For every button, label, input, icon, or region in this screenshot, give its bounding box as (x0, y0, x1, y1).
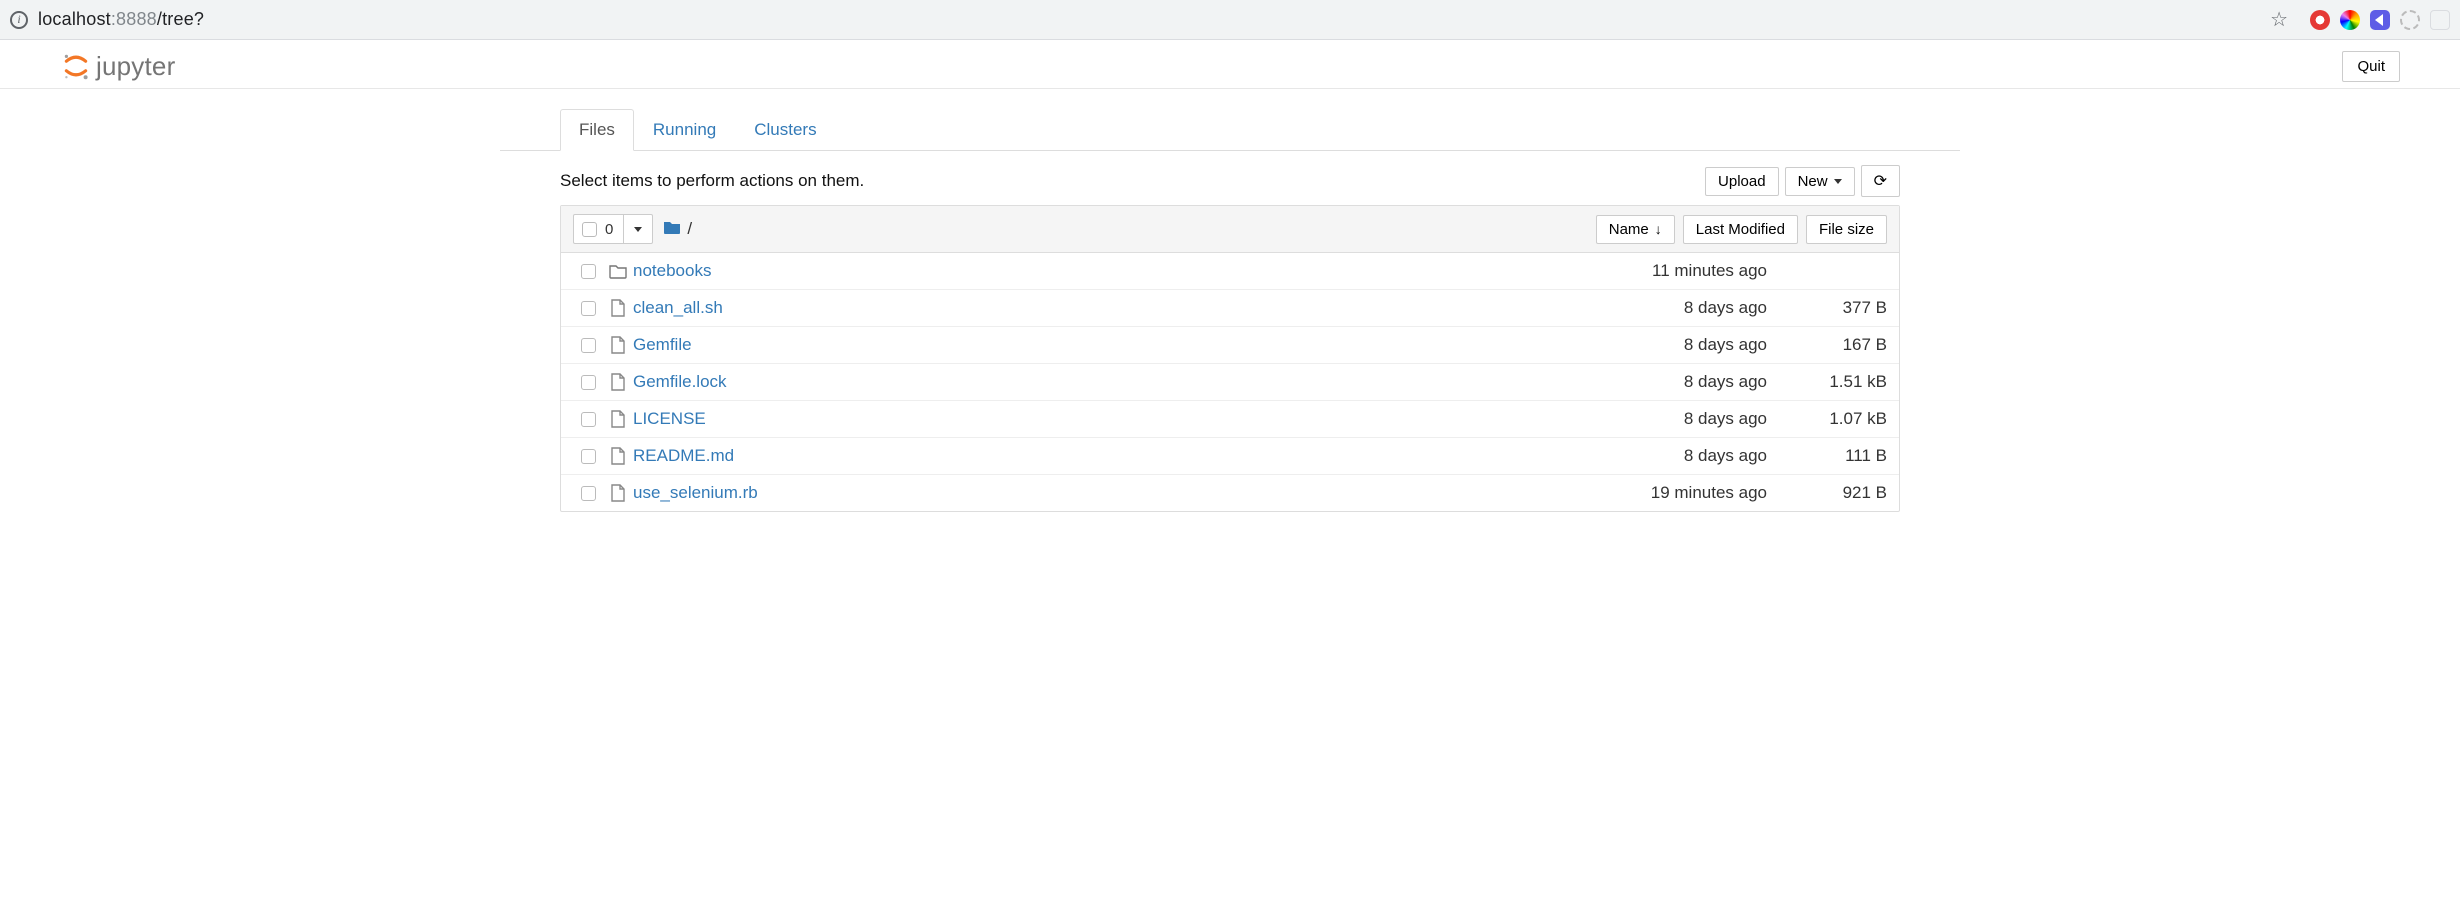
row-name-link[interactable]: use_selenium.rb (633, 483, 1587, 503)
folder-icon (663, 219, 681, 240)
selected-count: 0 (605, 221, 623, 238)
row-size: 1.07 kB (1787, 409, 1887, 429)
table-row: notebooks11 minutes ago (561, 253, 1899, 290)
breadcrumb[interactable]: / (663, 219, 692, 240)
row-size: 377 B (1787, 298, 1887, 318)
new-dropdown-button[interactable]: New (1785, 167, 1855, 196)
extension-grey-icon[interactable] (2400, 10, 2420, 30)
page-header: jupyter Quit (0, 40, 2460, 89)
row-size: 167 B (1787, 335, 1887, 355)
url-port: :8888 (111, 9, 157, 29)
row-checkbox-wrap (573, 338, 603, 353)
bookmark-star-icon[interactable]: ☆ (2270, 7, 2288, 32)
row-name-link[interactable]: LICENSE (633, 409, 1587, 429)
row-modified: 8 days ago (1587, 409, 1787, 429)
row-modified: 8 days ago (1587, 298, 1787, 318)
row-modified: 19 minutes ago (1587, 483, 1787, 503)
row-checkbox[interactable] (581, 486, 596, 501)
jupyter-logo-icon (60, 50, 92, 82)
tab-files[interactable]: Files (560, 109, 634, 151)
listing-header: 0 / Name ↓ (561, 206, 1899, 253)
table-row: README.md8 days ago111 B (561, 438, 1899, 475)
row-checkbox-wrap (573, 264, 603, 279)
file-icon (603, 447, 633, 465)
file-icon (603, 484, 633, 502)
file-icon (603, 373, 633, 391)
extension-rainbow-icon[interactable] (2340, 10, 2360, 30)
row-checkbox[interactable] (581, 338, 596, 353)
caret-down-icon (1834, 179, 1842, 184)
url-path: /tree? (157, 9, 204, 29)
table-row: use_selenium.rb19 minutes ago921 B (561, 475, 1899, 511)
row-size: 921 B (1787, 483, 1887, 503)
action-row: Select items to perform actions on them.… (500, 151, 1960, 205)
select-all-control[interactable]: 0 (573, 214, 653, 244)
row-modified: 8 days ago (1587, 446, 1787, 466)
name-col-label: Name (1609, 221, 1649, 238)
file-icon (603, 336, 633, 354)
extension-box-icon[interactable] (2430, 10, 2450, 30)
extension-ublock-icon[interactable] (2310, 10, 2330, 30)
file-icon (603, 410, 633, 428)
table-row: Gemfile8 days ago167 B (561, 327, 1899, 364)
sort-modified-button[interactable]: Last Modified (1683, 215, 1798, 244)
quit-button[interactable]: Quit (2342, 51, 2400, 82)
refresh-button[interactable]: ⟳ (1861, 165, 1900, 197)
url-display[interactable]: localhost:8888/tree? (38, 9, 204, 30)
url-host: localhost (38, 9, 111, 29)
row-checkbox[interactable] (581, 264, 596, 279)
row-checkbox-wrap (573, 412, 603, 427)
row-checkbox-wrap (573, 375, 603, 390)
extension-purple-icon[interactable] (2370, 10, 2390, 30)
tab-clusters[interactable]: Clusters (735, 109, 835, 151)
row-size: 111 B (1787, 446, 1887, 466)
arrow-down-icon: ↓ (1655, 221, 1662, 237)
tab-running[interactable]: Running (634, 109, 735, 151)
row-modified: 8 days ago (1587, 372, 1787, 392)
select-dropdown[interactable] (623, 215, 652, 243)
upload-button[interactable]: Upload (1705, 167, 1779, 196)
row-checkbox[interactable] (581, 412, 596, 427)
file-icon (603, 299, 633, 317)
modified-col-label: Last Modified (1696, 221, 1785, 238)
new-label: New (1798, 173, 1828, 190)
row-checkbox[interactable] (581, 449, 596, 464)
refresh-icon: ⟳ (1874, 171, 1887, 191)
select-all-checkbox[interactable] (582, 222, 597, 237)
row-name-link[interactable]: clean_all.sh (633, 298, 1587, 318)
row-name-link[interactable]: Gemfile.lock (633, 372, 1587, 392)
size-col-label: File size (1819, 221, 1874, 238)
sort-name-button[interactable]: Name ↓ (1596, 215, 1675, 244)
sort-size-button[interactable]: File size (1806, 215, 1887, 244)
table-row: LICENSE8 days ago1.07 kB (561, 401, 1899, 438)
row-name-link[interactable]: notebooks (633, 261, 1587, 281)
row-checkbox-wrap (573, 486, 603, 501)
breadcrumb-root: / (687, 219, 692, 239)
row-name-link[interactable]: README.md (633, 446, 1587, 466)
caret-down-icon (634, 227, 642, 232)
row-checkbox-wrap (573, 301, 603, 316)
action-hint: Select items to perform actions on them. (560, 171, 864, 191)
tabs: Files Running Clusters (500, 109, 1960, 151)
row-checkbox-wrap (573, 449, 603, 464)
folder-icon (603, 263, 633, 279)
table-row: clean_all.sh8 days ago377 B (561, 290, 1899, 327)
row-name-link[interactable]: Gemfile (633, 335, 1587, 355)
jupyter-logo[interactable]: jupyter (60, 50, 175, 82)
info-icon[interactable]: i (10, 11, 28, 29)
jupyter-logo-text: jupyter (96, 51, 175, 82)
row-size: 1.51 kB (1787, 372, 1887, 392)
row-modified: 11 minutes ago (1587, 261, 1787, 281)
browser-address-bar: i localhost:8888/tree? ☆ (0, 0, 2460, 40)
row-checkbox[interactable] (581, 375, 596, 390)
file-listing: 0 / Name ↓ (560, 205, 1900, 512)
table-row: Gemfile.lock8 days ago1.51 kB (561, 364, 1899, 401)
row-checkbox[interactable] (581, 301, 596, 316)
row-modified: 8 days ago (1587, 335, 1787, 355)
